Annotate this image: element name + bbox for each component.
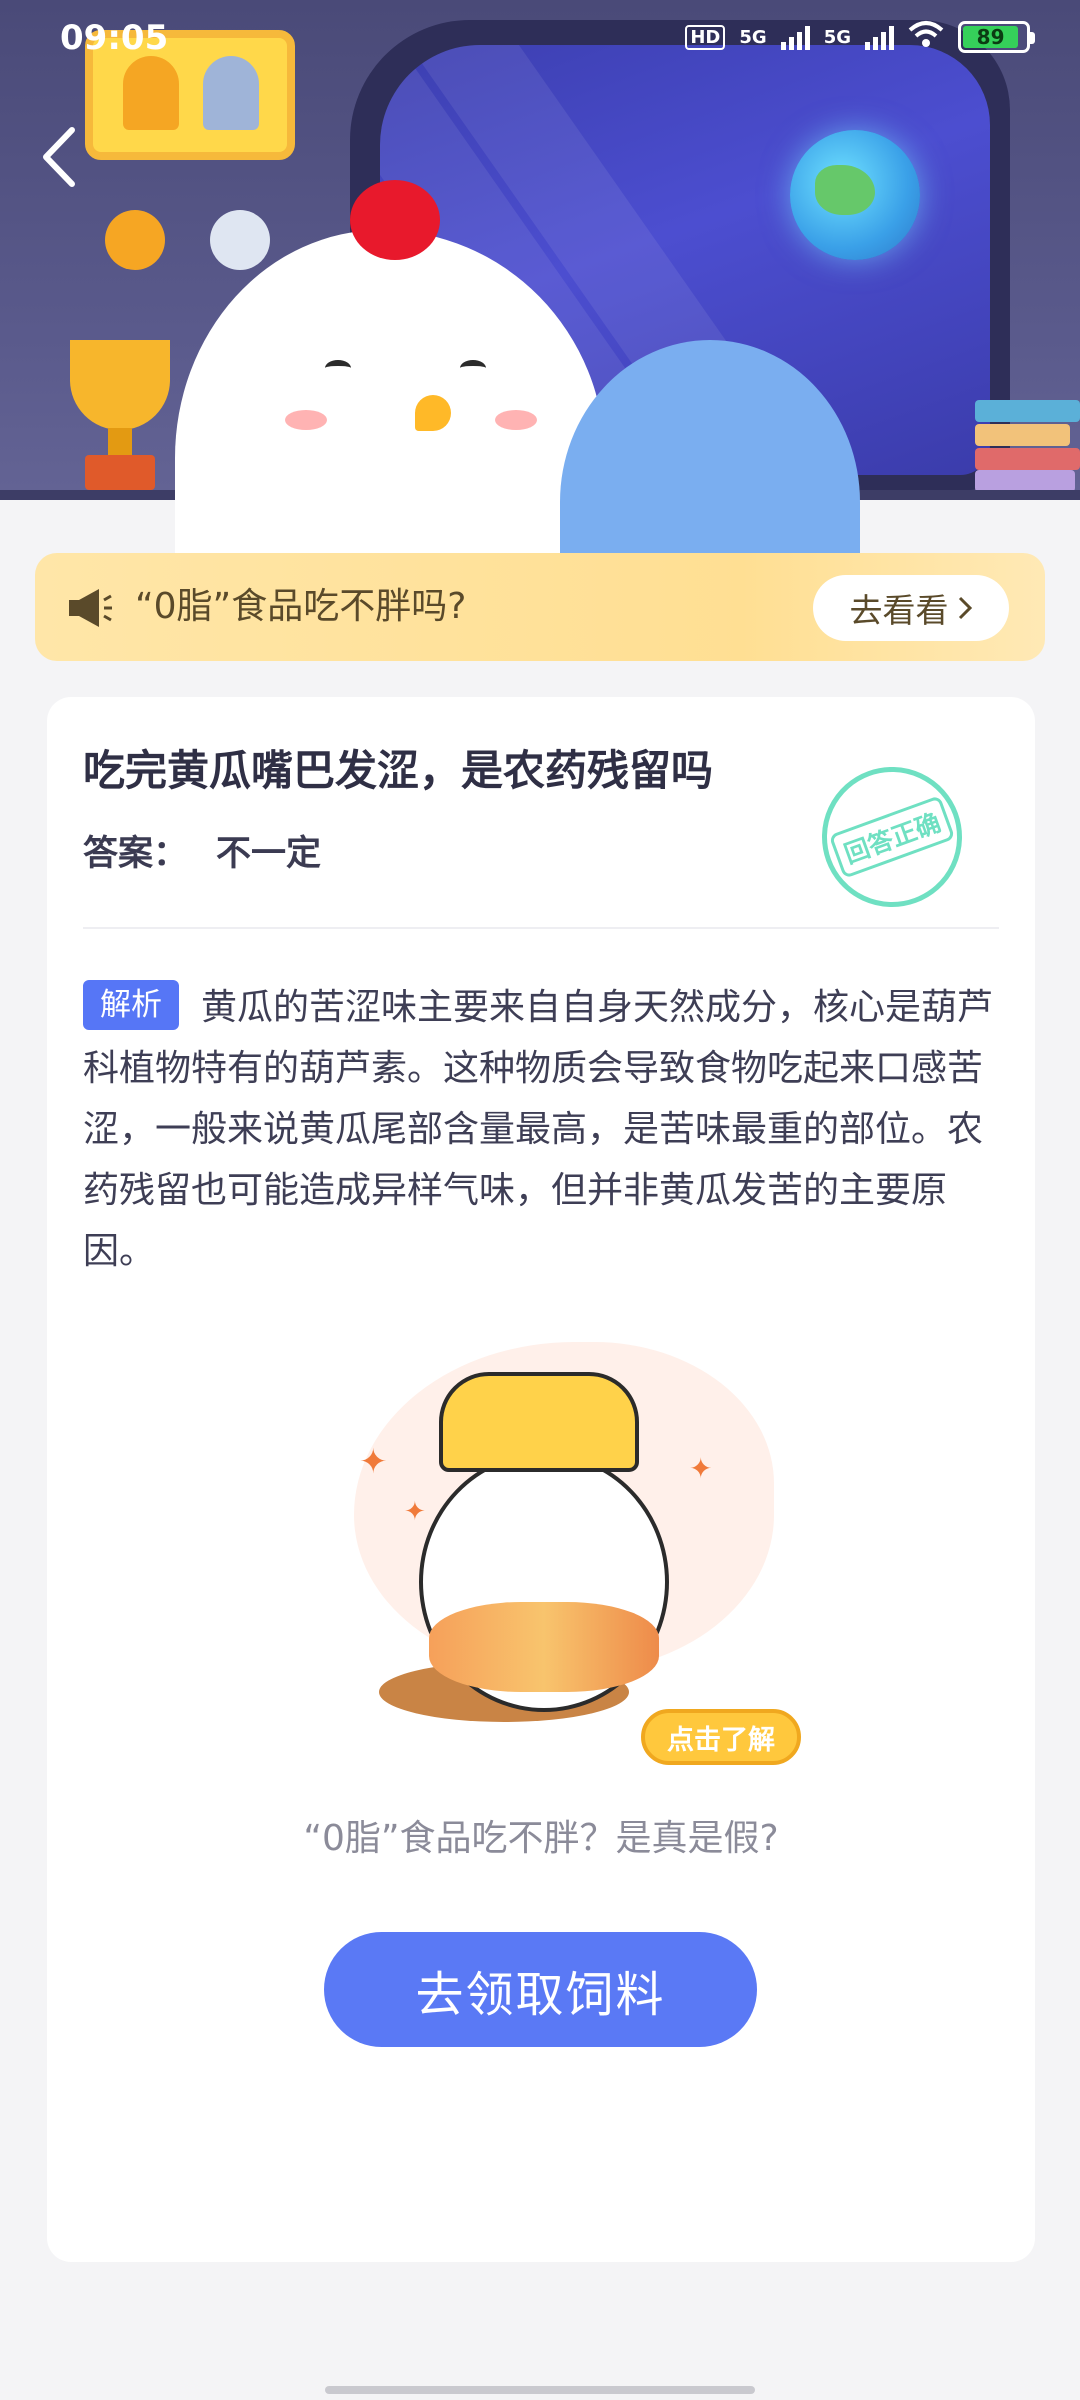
books-illustration [975, 400, 1080, 492]
food-plate-illustration [429, 1602, 659, 1692]
silver-medal-illustration [210, 210, 270, 270]
status-time: 09:05 [60, 18, 169, 58]
chevron-left-icon [43, 127, 75, 187]
correct-answer-stamp: 回答正确 [802, 747, 982, 927]
divider [83, 927, 999, 929]
question-title: 吃完黄瓜嘴巴发涩，是农药残留吗 [83, 746, 714, 795]
sparkle-icon: ✦ [359, 1442, 388, 1482]
learn-more-button[interactable]: 点击了解 [641, 1709, 801, 1765]
sparkle-icon: ✦ [689, 1452, 713, 1485]
hd-icon: HD [685, 24, 726, 50]
home-indicator[interactable] [325, 2386, 755, 2394]
analysis-paragraph: 解析 黄瓜的苦涩味主要来自自身天然成分，核心是葫芦科植物特有的葫芦素。这种物质会导… [83, 977, 999, 1282]
battery-icon: 89 [958, 21, 1035, 53]
network-label-1: 5G [739, 26, 767, 48]
network-label-2: 5G [823, 26, 851, 48]
battery-level: 89 [963, 25, 1019, 49]
header-illustration [0, 0, 1080, 610]
answer-label: 答案： [83, 834, 189, 874]
status-bar: 09:05 HD 5G 5G 89 [0, 0, 1080, 80]
analysis-tag: 解析 [83, 980, 179, 1030]
answer-card: 吃完黄瓜嘴巴发涩，是农药残留吗 答案： 不一定 回答正确 解析 黄瓜的苦涩味主要来自… [47, 697, 1035, 2262]
analysis-text: 黄瓜的苦涩味主要来自自身天然成分，核心是葫芦科植物特有的葫芦素。这种物质会导致食… [83, 987, 994, 1272]
planet-illustration [790, 130, 920, 260]
trophy-illustration [60, 340, 180, 490]
sparkle-icon: ✦ [404, 1497, 426, 1527]
stamp-text: 回答正确 [828, 795, 956, 879]
get-feed-button[interactable]: 去领取饲料 [324, 1932, 757, 2047]
notice-text: “0脂”食品吃不胖吗? [135, 586, 467, 627]
bronze-medal-illustration [105, 210, 165, 270]
go-see-button[interactable]: 去看看 [813, 575, 1009, 641]
notice-bar[interactable]: “0脂”食品吃不胖吗? 去看看 [35, 553, 1045, 661]
megaphone-icon [65, 583, 115, 633]
go-see-label: 去看看 [849, 591, 949, 630]
answer-row: 答案： 不一定 [83, 825, 321, 876]
signal-icon [865, 24, 894, 50]
answer-value: 不一定 [216, 834, 322, 874]
chevron-right-icon [958, 596, 972, 620]
chef-chick-illustration[interactable]: ✦ ✦ ✦ 点击了解 [329, 1332, 809, 1777]
back-button[interactable] [30, 122, 90, 192]
wifi-icon [908, 20, 944, 54]
signal-icon [780, 24, 810, 50]
promo-caption[interactable]: “0脂”食品吃不胖？是真是假? [47, 1809, 1035, 1861]
chef-hat-illustration [439, 1372, 639, 1472]
